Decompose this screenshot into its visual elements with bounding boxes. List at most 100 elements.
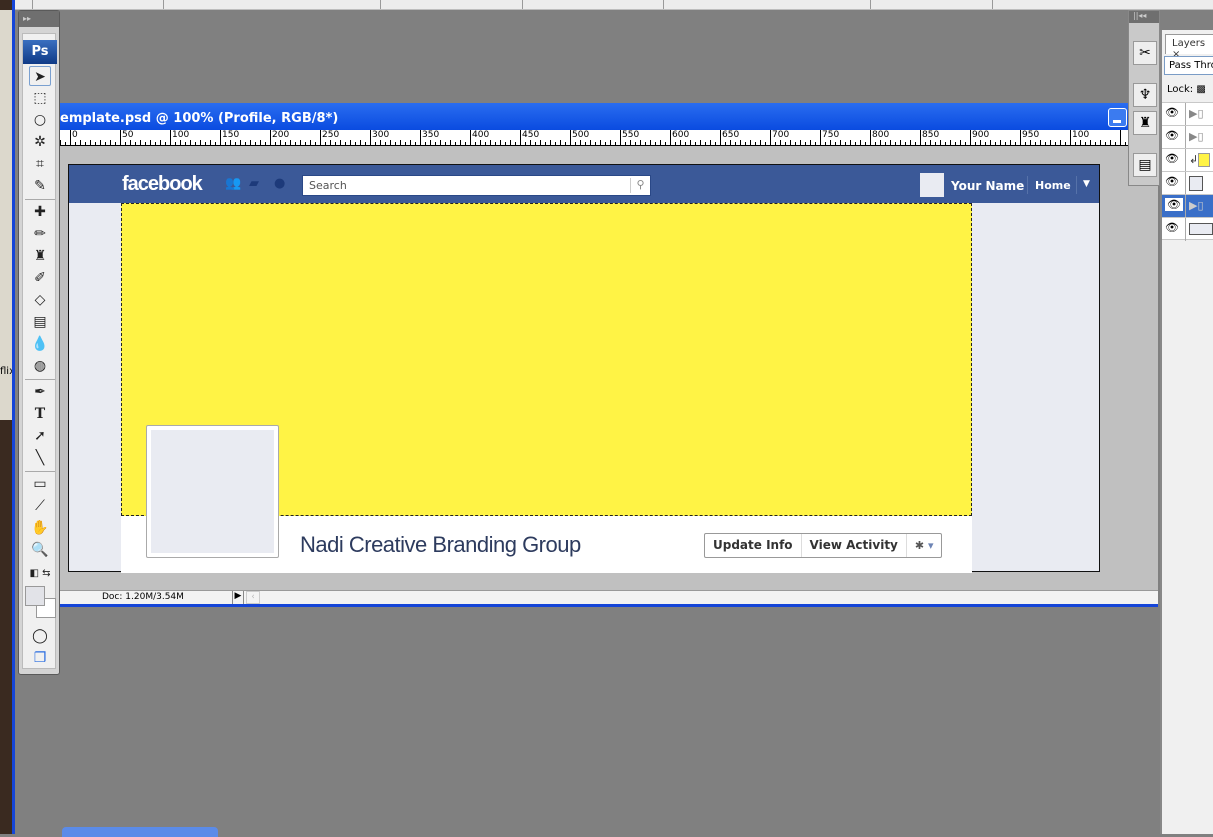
ruler-tick bbox=[740, 140, 741, 145]
panel-grip[interactable]: ▸▸ bbox=[19, 11, 59, 27]
eraser-tool-icon[interactable]: ◇ bbox=[29, 290, 51, 310]
ruler-tick bbox=[665, 142, 666, 145]
home-link[interactable]: Home bbox=[1035, 179, 1071, 192]
ruler-tick bbox=[305, 142, 306, 145]
profile-picture[interactable] bbox=[146, 425, 279, 558]
visibility-eye-icon[interactable]: 👁 bbox=[1165, 106, 1179, 119]
hand-tool-icon[interactable]: ✋ bbox=[29, 518, 51, 538]
ruler-tick bbox=[855, 142, 856, 145]
notifications-globe-icon[interactable]: ● bbox=[274, 177, 288, 190]
panel-dock: ||◂◂ ✂ ♆ ♜ ▤ bbox=[1128, 10, 1160, 186]
gradient-tool-icon[interactable]: ▤ bbox=[29, 312, 51, 332]
status-menu-arrow-icon[interactable]: ▶ bbox=[232, 591, 244, 604]
visibility-eye-icon[interactable]: 👁 bbox=[1165, 221, 1179, 234]
dock-collapse-icon[interactable]: ||◂◂ bbox=[1129, 11, 1159, 23]
lock-transparency-icon[interactable]: ▩ bbox=[1196, 84, 1205, 95]
blend-mode-select[interactable]: Pass Throu bbox=[1164, 56, 1213, 75]
ruler-label: 900 bbox=[972, 130, 990, 140]
brushes-icon[interactable]: ♆ bbox=[1133, 83, 1157, 107]
view-activity-button[interactable]: View Activity bbox=[802, 534, 907, 557]
slice-tool-icon[interactable]: ✎ bbox=[29, 176, 51, 196]
layers-panel: Layers × Pass Throu Lock: ▩ 👁 ▶▯ 👁 ▶▯ 👁↲ 👁… bbox=[1160, 30, 1213, 834]
messages-icon[interactable]: ▰ bbox=[249, 177, 263, 190]
path-selection-icon[interactable]: ➚ bbox=[29, 426, 51, 446]
layer-row[interactable]: 👁 bbox=[1161, 171, 1213, 195]
lasso-tool-icon[interactable]: ○ bbox=[29, 110, 51, 130]
settings-gear-icon[interactable]: ✱ ▾ bbox=[907, 534, 942, 557]
ruler-tick bbox=[105, 142, 106, 145]
ruler-tick bbox=[675, 142, 676, 145]
type-tool-icon[interactable]: T bbox=[29, 404, 51, 424]
ruler-label: 100 bbox=[172, 130, 190, 140]
default-colors-icon[interactable]: ◧ ⇆ bbox=[29, 564, 51, 584]
visibility-eye-icon[interactable]: 👁 bbox=[1165, 198, 1183, 211]
screen-mode-icon[interactable]: ❐ bbox=[29, 648, 51, 668]
search-icon[interactable]: ⚲ bbox=[630, 178, 650, 193]
visibility-eye-icon[interactable]: 👁 bbox=[1165, 152, 1179, 165]
scroll-left-button[interactable]: ‹ bbox=[246, 591, 260, 604]
ruler-tick bbox=[255, 142, 256, 145]
foreground-color-swatch[interactable] bbox=[25, 586, 45, 606]
history-brush-icon[interactable]: ✐ bbox=[29, 268, 51, 288]
layer-row[interactable]: 👁 ▶▯ bbox=[1161, 125, 1213, 149]
ruler-tick bbox=[540, 140, 541, 145]
clone-source-icon[interactable]: ♜ bbox=[1133, 111, 1157, 135]
line-tool-icon[interactable]: ╲ bbox=[29, 448, 51, 468]
ruler-tick bbox=[315, 142, 316, 145]
ruler-tick bbox=[775, 142, 776, 145]
photoshop-logo[interactable]: Ps bbox=[23, 40, 57, 64]
zoom-tool-icon[interactable]: 🔍 bbox=[29, 540, 51, 560]
taskbar-window[interactable] bbox=[62, 827, 218, 837]
document-title-bar[interactable]: emplate.psd @ 100% (Profile, RGB/8*) bbox=[60, 103, 1130, 130]
ruler-tick bbox=[290, 140, 291, 145]
user-avatar[interactable] bbox=[920, 173, 944, 197]
minimize-button[interactable] bbox=[1108, 108, 1127, 127]
quick-mask-icon[interactable]: ◯ bbox=[29, 626, 51, 646]
visibility-eye-icon[interactable]: 👁 bbox=[1165, 175, 1179, 188]
ruler-tick bbox=[280, 140, 281, 145]
account-menu-chevron-icon[interactable]: ▼ bbox=[1083, 179, 1090, 189]
ruler-tick bbox=[185, 142, 186, 145]
ruler-tick bbox=[1090, 140, 1091, 145]
healing-brush-icon[interactable]: ✚ bbox=[29, 202, 51, 222]
friend-requests-icon[interactable]: 👥 bbox=[225, 177, 241, 190]
crop-tool-icon[interactable]: ⌗ bbox=[29, 154, 51, 174]
ruler-tick bbox=[295, 142, 296, 145]
layers-tab[interactable]: Layers × bbox=[1165, 34, 1213, 60]
visibility-eye-icon[interactable]: 👁 bbox=[1165, 129, 1179, 142]
ruler-tick bbox=[690, 140, 691, 145]
notes-tool-icon[interactable]: ▭ bbox=[29, 474, 51, 494]
horizontal-ruler[interactable]: 0 50 100 150 200 250 300 350 400 450 500 550 600 650 7… bbox=[60, 130, 1158, 146]
layer-row-selected[interactable]: 👁 ▶▯ bbox=[1161, 194, 1213, 218]
eyedropper-tool-icon[interactable]: ⟋ bbox=[29, 496, 51, 516]
layer-row[interactable]: 👁 ↲ bbox=[1161, 148, 1213, 172]
pen-tool-icon[interactable]: ✒ bbox=[29, 382, 51, 402]
marquee-tool-icon[interactable]: ⬚ bbox=[29, 88, 51, 108]
ruler-tick bbox=[380, 140, 381, 145]
ruler-tick bbox=[890, 140, 891, 145]
ruler-tick bbox=[800, 140, 801, 145]
ruler-tick bbox=[730, 140, 731, 145]
brush-tool-icon[interactable]: ✏ bbox=[29, 224, 51, 244]
dodge-tool-icon[interactable]: ◍ bbox=[29, 356, 51, 376]
update-info-button[interactable]: Update Info bbox=[705, 534, 802, 557]
user-name-link[interactable]: Your Name bbox=[951, 179, 1024, 193]
ruler-tick bbox=[805, 142, 806, 145]
ruler-label: 850 bbox=[922, 130, 940, 140]
blur-tool-icon[interactable]: 💧 bbox=[29, 334, 51, 354]
move-tool-icon[interactable]: ➤ bbox=[29, 66, 51, 86]
magic-wand-tool-icon[interactable]: ✲ bbox=[29, 132, 51, 152]
search-input[interactable]: Search ⚲ bbox=[302, 175, 651, 196]
info-panel-icon[interactable]: ▤ bbox=[1133, 153, 1157, 177]
layer-row[interactable]: 👁 bbox=[1161, 217, 1213, 241]
ruler-tick bbox=[700, 140, 701, 145]
layer-row[interactable]: 👁 ▶▯ bbox=[1161, 102, 1213, 126]
ruler-tick bbox=[615, 142, 616, 145]
ruler-tick bbox=[755, 142, 756, 145]
clone-stamp-icon[interactable]: ♜ bbox=[29, 246, 51, 266]
facebook-logo[interactable]: facebook bbox=[122, 173, 203, 196]
ruler-tick bbox=[445, 142, 446, 145]
status-bar: Doc: 1.20M/3.54M ▶ ‹ bbox=[60, 590, 1158, 604]
tool-presets-icon[interactable]: ✂ bbox=[1133, 41, 1157, 65]
ruler-tick bbox=[85, 142, 86, 145]
